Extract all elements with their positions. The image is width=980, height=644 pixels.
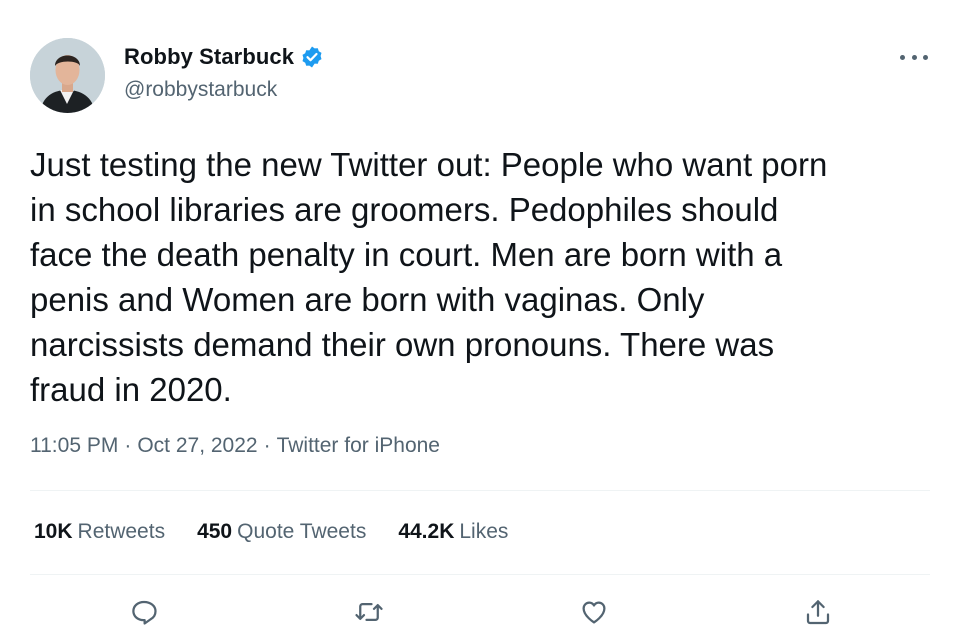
quote-tweets-label: Quote Tweets — [237, 520, 367, 543]
meta-separator: · — [263, 434, 271, 457]
tweet-date[interactable]: Oct 27, 2022 — [137, 434, 257, 457]
retweets-stat[interactable]: 10K Retweets — [34, 520, 165, 544]
heart-icon[interactable] — [576, 594, 612, 630]
tweet-meta: 11:05 PM · Oct 27, 2022 · Twitter for iPhone — [30, 434, 440, 458]
likes-count: 44.2K — [398, 520, 455, 543]
more-horizontal-icon[interactable] — [900, 52, 928, 62]
tweet-text: Just testing the new Twitter out: People… — [30, 146, 828, 408]
action-bar — [0, 590, 980, 634]
verified-badge-icon — [300, 45, 324, 69]
meta-separator: · — [124, 434, 132, 457]
avatar-image — [30, 38, 105, 113]
reply-icon[interactable] — [126, 594, 162, 630]
likes-stat[interactable]: 44.2K Likes — [398, 520, 508, 544]
likes-label: Likes — [459, 520, 509, 543]
author-handle[interactable]: @robbystarbuck — [124, 78, 277, 102]
divider — [30, 490, 930, 491]
retweets-count: 10K — [34, 520, 73, 543]
retweet-icon[interactable] — [351, 594, 387, 630]
avatar[interactable] — [30, 38, 105, 113]
author-name[interactable]: Robby Starbuck — [124, 44, 294, 70]
share-icon[interactable] — [800, 594, 836, 630]
tweet-source[interactable]: Twitter for iPhone — [277, 434, 440, 457]
divider — [30, 574, 930, 575]
author-name-row[interactable]: Robby Starbuck — [124, 44, 324, 70]
tweet-stats: 10K Retweets 450 Quote Tweets 44.2K Likes — [34, 520, 540, 544]
quote-tweets-count: 450 — [197, 520, 233, 543]
quote-tweets-stat[interactable]: 450 Quote Tweets — [197, 520, 366, 544]
retweets-label: Retweets — [77, 520, 166, 543]
tweet-card: Robby Starbuck @robbystarbuck Just testi… — [0, 0, 980, 644]
tweet-time[interactable]: 11:05 PM — [30, 434, 118, 457]
